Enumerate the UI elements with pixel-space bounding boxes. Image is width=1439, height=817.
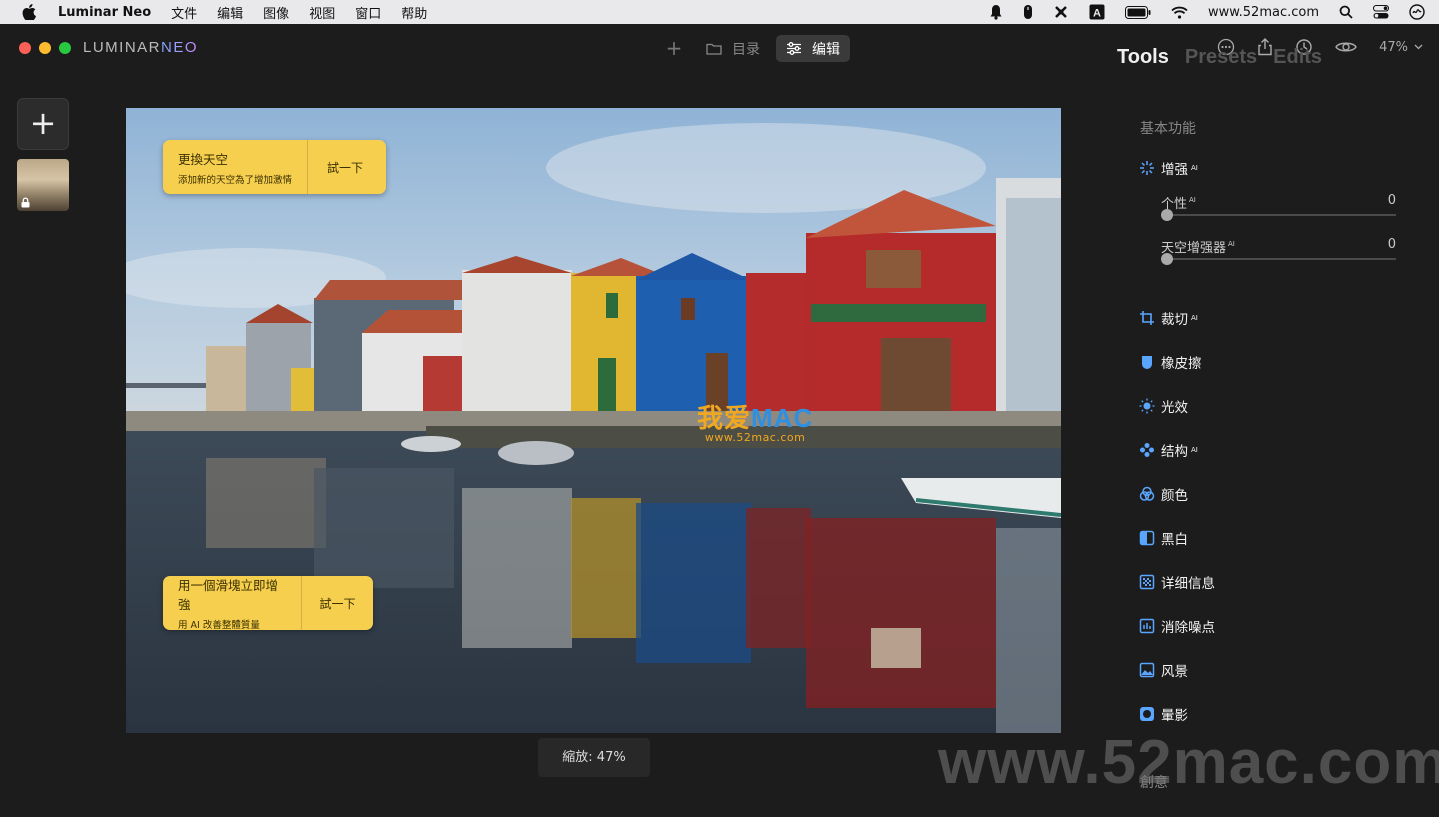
vignette-icon	[1139, 706, 1155, 722]
tool-landscape[interactable]: 风景	[1139, 660, 1188, 680]
slider-knob[interactable]	[1161, 209, 1173, 221]
minimize-window-button[interactable]	[39, 42, 51, 54]
catalog-label: 目录	[732, 41, 760, 58]
menu-edit[interactable]: 编辑	[217, 3, 243, 22]
apple-icon[interactable]	[22, 4, 36, 20]
notification-bell-icon[interactable]	[989, 4, 1003, 20]
preview-eye-icon[interactable]	[1335, 40, 1357, 54]
chevron-down-icon	[1414, 44, 1423, 50]
wifi-icon[interactable]	[1171, 6, 1188, 19]
app-menu[interactable]: Luminar Neo	[58, 5, 151, 20]
app-logo: LUMINARNEO	[83, 39, 199, 56]
zoom-value: 47%	[1379, 39, 1408, 55]
slider-knob[interactable]	[1161, 253, 1173, 265]
tool-enhance[interactable]: 增强 AI	[1139, 158, 1198, 178]
tool-structure[interactable]: 结构 AI	[1139, 440, 1198, 460]
menubar-url: www.52mac.com	[1207, 4, 1319, 20]
promo-title: 更換天空	[178, 151, 229, 167]
tool-denoise[interactable]: 消除噪点	[1139, 616, 1215, 636]
add-image-button[interactable]: +	[17, 98, 69, 150]
denoise-icon	[1139, 618, 1155, 634]
siri-icon[interactable]	[1409, 4, 1425, 20]
sparkle-icon	[1139, 160, 1155, 176]
tab-presets[interactable]: Presets	[1185, 46, 1257, 69]
catalog-tab[interactable]: 目录	[706, 39, 760, 59]
slider-value: 0	[1387, 237, 1396, 252]
slider-track[interactable]	[1161, 214, 1396, 216]
promo-subtitle: 添加新的天空為了增加激情	[178, 174, 293, 186]
photo-watermark: 我爱MAC www.52mac.com	[697, 403, 814, 444]
color-circles-icon	[1139, 486, 1155, 502]
menu-help[interactable]: 帮助	[401, 3, 427, 22]
edit-tab[interactable]: 编辑	[776, 35, 850, 62]
lock-icon	[21, 197, 30, 208]
panel-tabs: Tools Presets Edits	[1117, 46, 1322, 69]
tool-crop[interactable]: 裁切 AI	[1139, 308, 1198, 328]
edit-label: 编辑	[812, 41, 840, 58]
mouse-icon[interactable]	[1023, 4, 1033, 20]
section-basic: 基本功能	[1140, 121, 1196, 137]
menu-view[interactable]: 视图	[309, 3, 335, 22]
structure-icon	[1139, 442, 1155, 458]
svg-text:A: A	[1093, 8, 1101, 20]
zoom-dropdown[interactable]: 47%	[1379, 40, 1423, 55]
slider-sky-enhancer[interactable]: 天空增强器 AI 0	[1161, 237, 1396, 265]
tool-eraser[interactable]: 橡皮擦	[1139, 352, 1202, 372]
promo-subtitle: 用 AI 改善整體質量	[178, 620, 260, 631]
tool-details[interactable]: 详细信息	[1139, 572, 1215, 592]
menu-file[interactable]: 文件	[171, 3, 197, 22]
promo-title: 用一個滑塊立即增強	[178, 578, 279, 612]
tool-color[interactable]: 颜色	[1139, 484, 1188, 504]
try-enhance-button[interactable]: 試一下	[300, 576, 373, 630]
slider-track[interactable]	[1161, 258, 1396, 260]
crop-icon	[1139, 310, 1155, 326]
script-icon[interactable]	[1053, 4, 1069, 20]
enhance-promo: 用一個滑塊立即增強 用 AI 改善整體質量 試一下	[163, 576, 373, 631]
zoom-indicator: 縮放: 47%	[538, 738, 650, 777]
menu-image[interactable]: 图像	[263, 3, 289, 22]
battery-icon[interactable]	[1124, 5, 1151, 19]
tool-bw[interactable]: 黑白	[1139, 528, 1188, 548]
tool-vignette[interactable]: 暈影	[1139, 704, 1188, 724]
folder-icon	[706, 43, 722, 55]
details-icon	[1139, 574, 1155, 590]
photo-canvas[interactable]	[126, 108, 1061, 733]
menu-window[interactable]: 窗口	[355, 3, 381, 22]
replace-sky-promo: 更換天空 添加新的天空為了增加激情 試一下	[163, 140, 386, 194]
control-center-icon[interactable]	[1373, 5, 1389, 19]
spotlight-search-icon[interactable]	[1339, 5, 1353, 19]
slider-personality[interactable]: 个性 AI 0	[1161, 193, 1396, 221]
tab-edits[interactable]: Edits	[1273, 46, 1322, 69]
close-window-button[interactable]	[19, 42, 31, 54]
sun-icon	[1139, 398, 1155, 414]
canal-houses-photo	[126, 108, 1061, 733]
zoom-window-button[interactable]	[59, 42, 71, 54]
landscape-icon	[1139, 662, 1155, 678]
site-watermark: www.52mac.com	[938, 728, 1439, 797]
tab-tools[interactable]: Tools	[1117, 46, 1169, 69]
slider-value: 0	[1387, 193, 1396, 208]
image-thumbnail[interactable]	[17, 159, 69, 211]
sliders-icon	[787, 42, 801, 55]
menu-bar: Luminar Neo 文件 编辑 图像 视图 窗口 帮助 A www.52ma…	[0, 0, 1439, 24]
black-white-icon	[1139, 530, 1155, 546]
input-source-icon[interactable]: A	[1089, 4, 1105, 20]
eraser-icon	[1139, 354, 1155, 370]
tool-light[interactable]: 光效	[1139, 396, 1188, 416]
add-photos-icon[interactable]: +	[664, 38, 684, 59]
try-sky-button[interactable]: 試一下	[307, 140, 382, 194]
